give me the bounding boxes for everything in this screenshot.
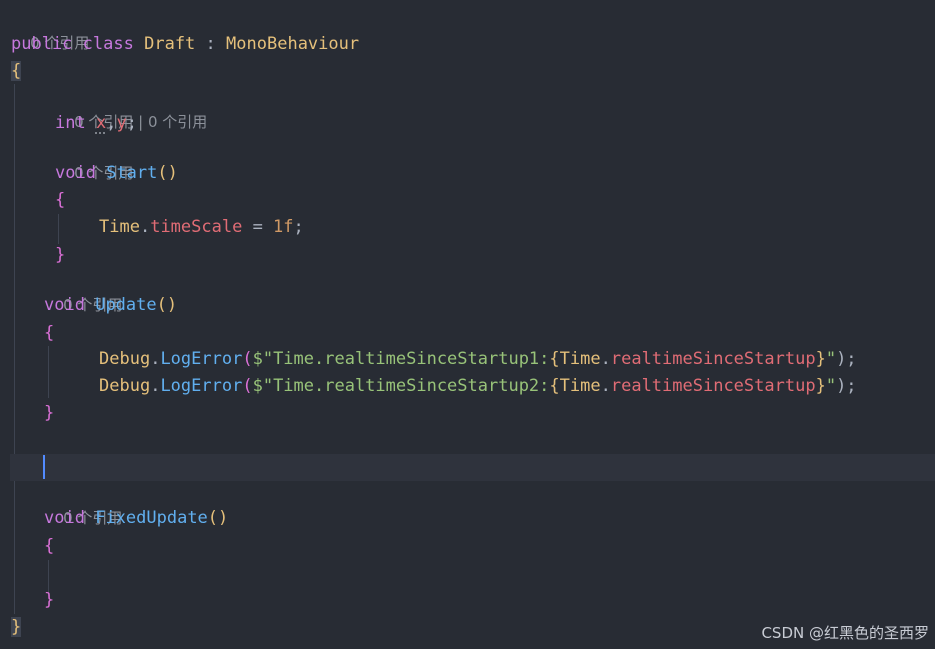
field-x: x xyxy=(95,113,107,133)
field-y: y xyxy=(116,113,127,133)
type-debug: Debug xyxy=(99,376,151,396)
codelens-field-references[interactable]: 0 个引用 | 0 个引用 xyxy=(55,86,207,131)
open-brace: { xyxy=(44,323,55,343)
code-line-class-close-brace[interactable]: } xyxy=(11,615,22,639)
text-caret xyxy=(43,455,45,479)
method-logerror: LogError xyxy=(160,376,243,396)
parens: () xyxy=(156,295,178,315)
keyword-void: void xyxy=(44,508,85,528)
type-debug: Debug xyxy=(99,349,151,369)
property-realtime-since-startup: realtimeSinceStartup xyxy=(610,376,816,396)
indent-guide xyxy=(14,84,15,614)
interpolation-prefix: $" xyxy=(252,349,274,369)
codelens-update-references[interactable]: 0 个引用 xyxy=(44,269,122,314)
code-line-fixedupdate-close-brace[interactable]: } xyxy=(44,588,54,612)
method-name-fixedupdate: FixedUpdate xyxy=(95,508,208,528)
open-brace: { xyxy=(11,61,22,81)
call-end: ); xyxy=(836,376,857,396)
code-line-update-open-brace[interactable]: { xyxy=(44,321,54,345)
dot: . xyxy=(139,217,151,237)
method-logerror: LogError xyxy=(160,349,243,369)
call-end: ); xyxy=(836,349,857,369)
parens: () xyxy=(157,163,178,183)
type-time: Time xyxy=(559,376,601,396)
property-realtime-since-startup: realtimeSinceStartup xyxy=(610,349,816,369)
close-brace: } xyxy=(11,617,22,637)
number-literal: 1f xyxy=(273,217,294,237)
close-brace: } xyxy=(55,245,66,265)
code-line-update-close-brace[interactable]: } xyxy=(44,401,54,425)
code-line-start-close-brace[interactable]: } xyxy=(55,243,65,267)
class-name: Draft xyxy=(144,34,196,54)
interpolation-prefix: $" xyxy=(252,376,274,396)
close-brace: } xyxy=(44,590,55,610)
keyword-void: void xyxy=(55,163,96,183)
semicolon: ; xyxy=(293,217,304,237)
dot: . xyxy=(600,349,611,369)
current-line-highlight xyxy=(10,454,935,481)
open-brace: { xyxy=(44,536,55,556)
code-line-update-declaration[interactable]: void Update() xyxy=(44,293,177,317)
type-time: Time xyxy=(559,349,601,369)
code-line-timescale-assignment[interactable]: Time.timeScale = 1f; xyxy=(99,215,304,239)
quote: " xyxy=(825,376,837,396)
string-literal: Time.realtimeSinceStartup2: xyxy=(273,376,550,396)
method-name-update: Update xyxy=(95,295,157,315)
interp-open-brace: { xyxy=(549,349,560,369)
interp-open-brace: { xyxy=(549,376,560,396)
code-line-logerror-1[interactable]: Debug.LogError($"Time.realtimeSinceStart… xyxy=(99,347,857,371)
keyword-int: int xyxy=(55,113,86,133)
interp-close-brace: } xyxy=(815,376,826,396)
close-brace: } xyxy=(44,403,55,423)
assign-operator: = xyxy=(242,217,274,237)
quote: " xyxy=(825,349,837,369)
code-line-fixedupdate-open-brace[interactable]: { xyxy=(44,534,54,558)
dot: . xyxy=(150,349,161,369)
indent-guide xyxy=(48,346,49,398)
indent-guide xyxy=(58,214,59,244)
code-line-start-declaration[interactable]: void Start() xyxy=(55,161,178,185)
keyword-class: class xyxy=(82,34,134,54)
colon: : xyxy=(205,34,216,54)
code-line-class-open-brace[interactable]: { xyxy=(11,59,22,83)
semicolon: ; xyxy=(126,113,137,133)
code-line-logerror-2[interactable]: Debug.LogError($"Time.realtimeSinceStart… xyxy=(99,374,857,398)
method-name-start: Start xyxy=(106,163,158,183)
codelens-start-references[interactable]: 0 个引用 xyxy=(55,137,133,182)
codelens-fixedupdate-references[interactable]: 0 个引用 xyxy=(44,482,122,527)
parens: () xyxy=(207,508,229,528)
property-timescale: timeScale xyxy=(150,217,243,237)
open-brace: { xyxy=(55,190,66,210)
base-class-name: MonoBehaviour xyxy=(226,34,360,54)
comma: , xyxy=(106,113,117,133)
code-editor[interactable]: 0 个引用 public class Draft : MonoBehaviour… xyxy=(0,0,935,649)
open-paren: ( xyxy=(242,376,253,396)
codelens-class-references[interactable]: 0 个引用 xyxy=(11,7,89,52)
dot: . xyxy=(150,376,161,396)
type-time: Time xyxy=(99,217,140,237)
dot: . xyxy=(600,376,611,396)
string-literal: Time.realtimeSinceStartup1: xyxy=(273,349,550,369)
code-line-field-declaration[interactable]: int x,y; xyxy=(55,111,137,135)
interp-close-brace: } xyxy=(815,349,826,369)
code-line-start-open-brace[interactable]: { xyxy=(55,188,65,212)
keyword-public: public xyxy=(11,34,73,54)
watermark-text: CSDN @红黑色的圣西罗 xyxy=(761,624,929,642)
code-line-class-declaration[interactable]: public class Draft : MonoBehaviour xyxy=(11,32,359,56)
keyword-void: void xyxy=(44,295,85,315)
code-line-fixedupdate-declaration[interactable]: void FixedUpdate() xyxy=(44,506,228,530)
open-paren: ( xyxy=(242,349,253,369)
